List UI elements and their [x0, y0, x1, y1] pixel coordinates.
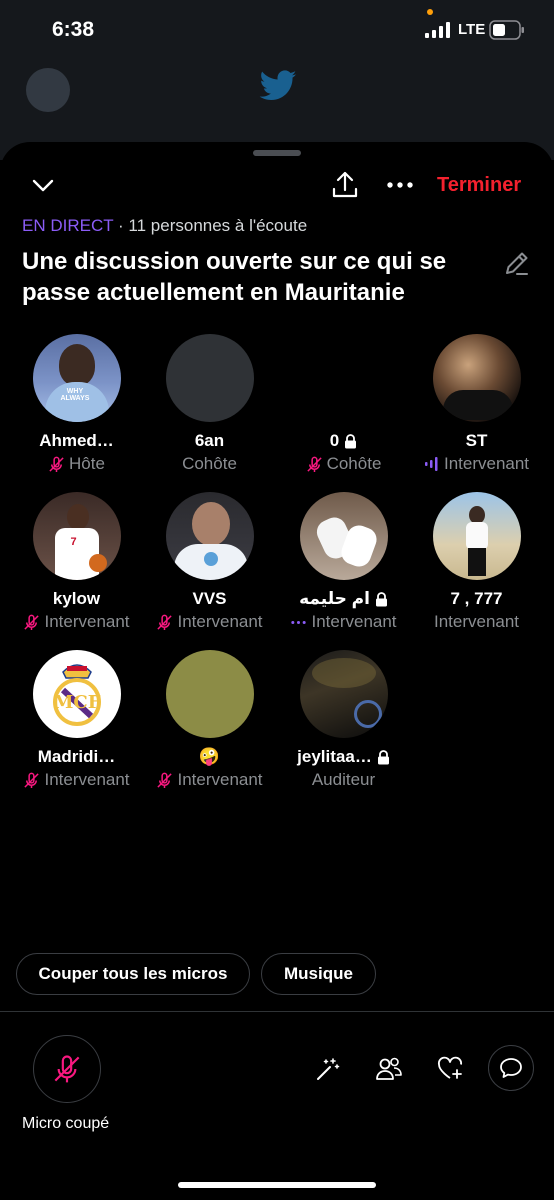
participant[interactable]: VVS Intervenant — [143, 492, 276, 632]
participant[interactable]: 6an Cohôte — [143, 334, 276, 474]
live-status: EN DIRECT · 11 personnes à l'écoute — [22, 216, 307, 236]
effects-button[interactable] — [306, 1047, 350, 1091]
participant-name: VVS — [192, 589, 227, 608]
divider — [0, 1011, 554, 1012]
privacy-indicator — [427, 9, 433, 15]
participant[interactable]: jeylitaa… Auditeur — [277, 650, 410, 790]
participant-name: Madridi… — [37, 747, 116, 766]
lock-icon — [375, 591, 387, 606]
react-button[interactable] — [428, 1047, 472, 1091]
participant[interactable]: 0 Cohôte — [277, 334, 410, 474]
end-space-button[interactable]: Terminer — [437, 174, 521, 197]
mic-off-icon — [306, 456, 322, 472]
avatar — [165, 650, 254, 738]
status-bar: 6:38 LTE — [0, 0, 554, 60]
mic-off-icon — [157, 772, 173, 788]
chat-bubble-icon — [500, 1058, 522, 1078]
participant-role: Intervenant — [433, 612, 520, 631]
spaces-sheet: Terminer EN DIRECT · 11 personnes à l'éc… — [0, 142, 554, 1200]
share-button[interactable] — [327, 167, 363, 203]
avatar — [165, 334, 254, 422]
participant-role: Intervenant — [143, 612, 276, 632]
mic-off-icon — [24, 614, 40, 630]
participants-button[interactable] — [367, 1047, 411, 1091]
more-icon — [387, 182, 413, 188]
participant-role: Intervenant — [277, 612, 410, 632]
participant-name: ST — [465, 431, 488, 450]
avatar — [432, 334, 521, 422]
avatar — [26, 68, 70, 112]
lock-icon — [377, 749, 389, 764]
participant-name: ام حليمه — [277, 589, 410, 609]
space-title: Une discussion ouverte sur ce qui se pas… — [22, 248, 447, 306]
network-type: LTE — [458, 21, 486, 38]
signal-icon — [425, 22, 450, 38]
chevron-down-icon — [32, 179, 54, 192]
participant-name: kylow — [52, 589, 101, 608]
battery-icon — [489, 20, 524, 40]
shirt-print: WHY ALWAYS — [60, 388, 90, 402]
participant-name: 6an — [194, 431, 225, 450]
real-madrid-crest-icon: MCF — [52, 664, 101, 726]
mic-toggle-button[interactable] — [33, 1035, 101, 1103]
participant-name: 7 , 777 — [450, 589, 503, 608]
mic-off-icon — [54, 1055, 80, 1083]
mute-all-button[interactable]: Couper tous les micros — [16, 953, 250, 995]
participant-role: Hôte — [10, 454, 143, 474]
share-icon — [332, 171, 358, 198]
participant-role: Intervenant — [10, 770, 143, 790]
participant[interactable]: MCF Madridi… Intervenant — [10, 650, 143, 790]
twitter-bird-icon — [259, 70, 297, 100]
mic-status-label: Micro coupé — [22, 1115, 110, 1132]
participant[interactable]: 🤪 Intervenant — [143, 650, 276, 790]
avatar — [299, 492, 388, 580]
participant-role: Intervenant — [10, 612, 143, 632]
participant[interactable]: 7 , 777 Intervenant — [410, 492, 543, 632]
sheet-grabber[interactable] — [253, 150, 301, 156]
participant-role: Intervenant — [410, 454, 543, 474]
svg-text:MCF: MCF — [53, 692, 100, 713]
participant-name: jeylitaa… — [277, 747, 410, 767]
participant[interactable]: 7 kylow Intervenant — [10, 492, 143, 632]
participant[interactable]: ام حليمه Intervenant — [277, 492, 410, 632]
avatar: MCF — [32, 650, 121, 738]
mic-off-icon — [24, 772, 40, 788]
live-tag: EN DIRECT — [22, 216, 114, 235]
edit-title-button[interactable] — [500, 246, 534, 280]
dots-icon — [291, 620, 307, 624]
avatar — [432, 492, 521, 580]
participant-name: 0 — [277, 431, 410, 451]
magic-wand-icon — [317, 1058, 340, 1080]
participant[interactable]: WHY ALWAYS Ahmed… Hôte — [10, 334, 143, 474]
participant-role: Cohôte — [182, 454, 237, 473]
status-time: 6:38 — [52, 18, 95, 41]
participant-role: Auditeur — [311, 770, 376, 789]
pencil-icon — [506, 252, 528, 275]
people-icon — [376, 1057, 402, 1080]
participant-role: Intervenant — [143, 770, 276, 790]
avatar: 7 — [32, 492, 121, 580]
speaking-icon — [424, 457, 438, 471]
avatar: WHY ALWAYS — [32, 334, 121, 422]
participant-name: Ahmed… — [39, 431, 114, 450]
more-button[interactable] — [383, 172, 417, 198]
avatar — [299, 334, 388, 422]
home-indicator[interactable] — [178, 1182, 376, 1188]
listener-count: · 11 personnes à l'écoute — [113, 216, 308, 235]
avatar — [165, 492, 254, 580]
participant-name: 🤪 — [198, 747, 221, 766]
collapse-button[interactable] — [26, 170, 60, 200]
jersey-number: 7 — [70, 536, 77, 548]
comment-button[interactable] — [488, 1045, 534, 1091]
heart-plus-icon — [438, 1056, 462, 1079]
avatar — [299, 650, 388, 738]
mic-off-icon — [157, 614, 173, 630]
participant[interactable]: ST Intervenant — [410, 334, 543, 474]
mic-off-icon — [49, 456, 64, 472]
participant-role: Cohôte — [277, 454, 410, 474]
lock-icon — [345, 433, 357, 448]
music-button[interactable]: Musique — [261, 953, 376, 995]
